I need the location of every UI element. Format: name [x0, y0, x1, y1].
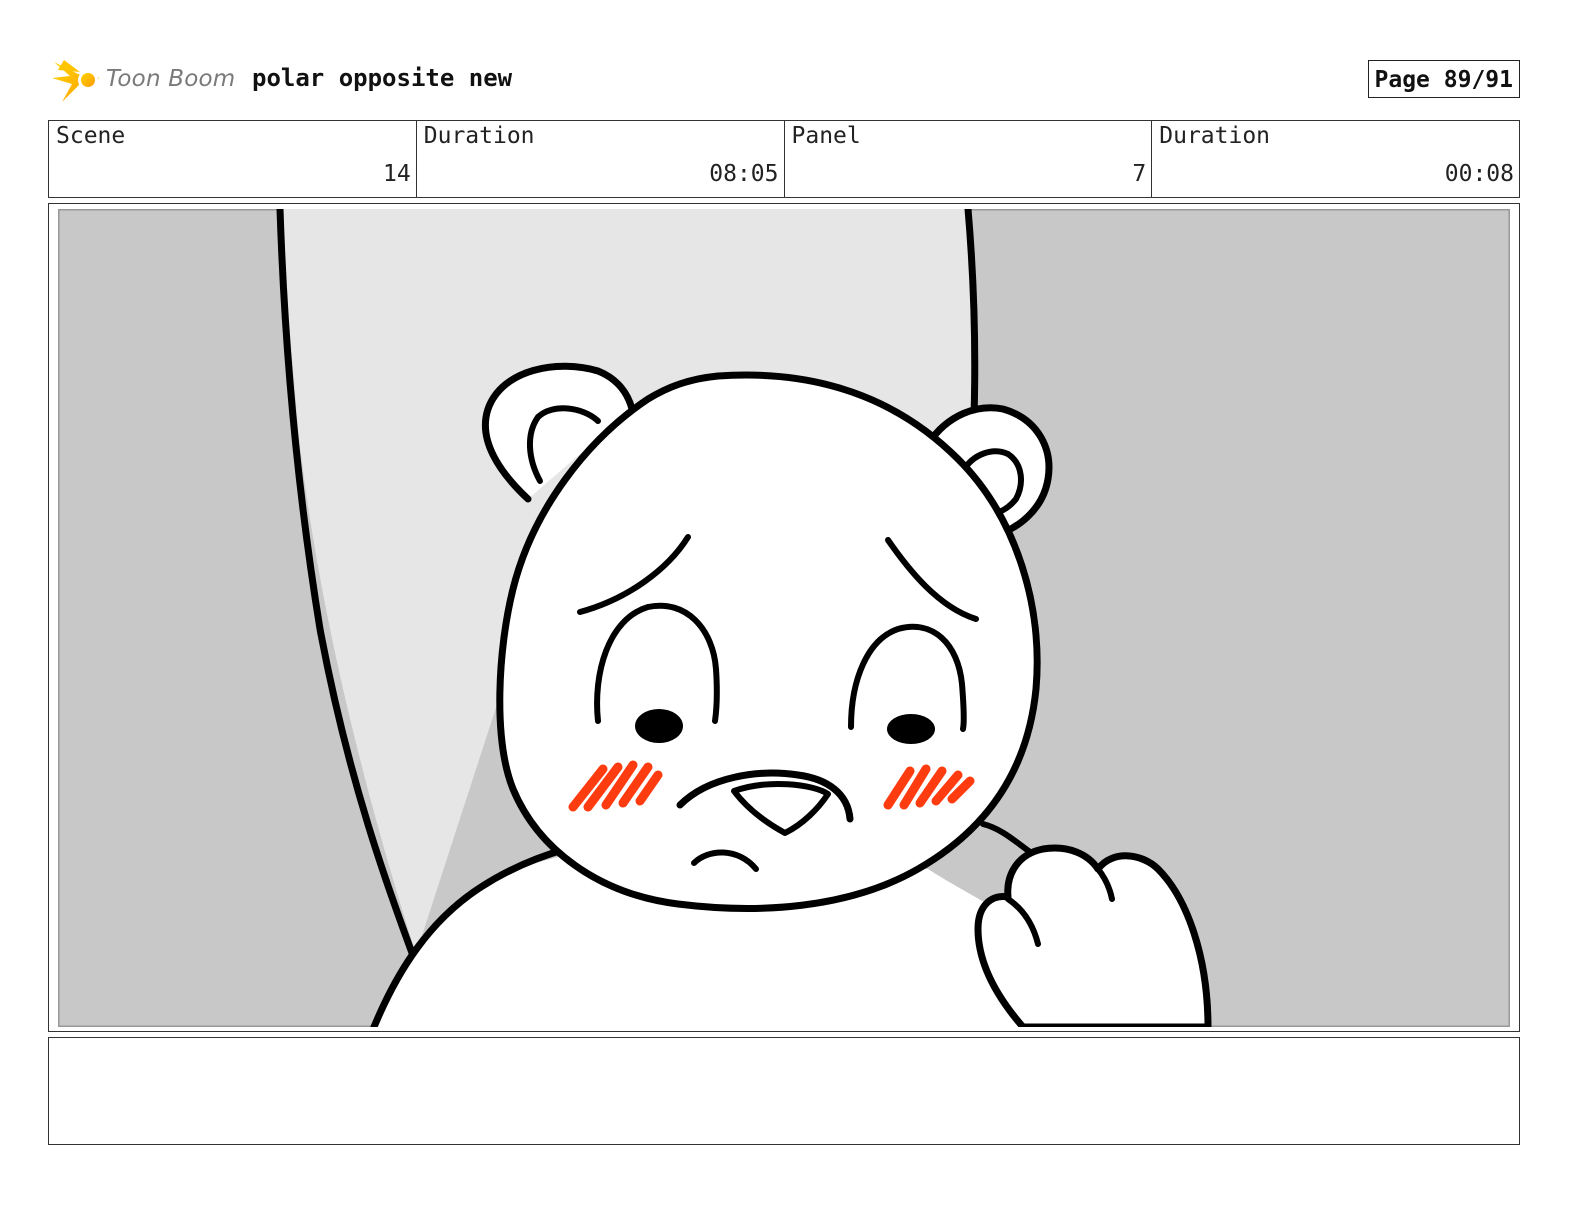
panel-duration-value: 00:08: [1444, 161, 1514, 187]
panel-drawing: [58, 209, 1510, 1027]
panel-notes: [48, 1037, 1520, 1145]
storyboard-header: Toon Boom polar opposite new Page 89/91: [48, 56, 1520, 104]
scene-duration-cell: Duration 08:05: [417, 121, 785, 197]
panel-info-row: Scene 14 Duration 08:05 Panel 7 Duration…: [48, 120, 1520, 198]
scene-duration-value: 08:05: [709, 161, 779, 187]
scene-cell: Scene 14: [49, 121, 417, 197]
logo-text: Toon Boom: [106, 66, 236, 92]
panel-value: 7: [1132, 161, 1147, 187]
toon-boom-logo: Toon Boom: [50, 56, 250, 104]
project-title: polar opposite new: [252, 64, 513, 92]
panel-label: Panel: [791, 123, 861, 149]
bear-right-pupil: [887, 714, 935, 744]
starburst-icon: [52, 60, 100, 102]
panel-duration-cell: Duration 00:08: [1152, 121, 1519, 197]
bear-left-pupil: [635, 709, 683, 743]
scene-label: Scene: [56, 123, 126, 149]
bear-head: [496, 371, 1041, 912]
page-indicator: Page 89/91: [1367, 60, 1520, 98]
panel-cell: Panel 7: [785, 121, 1153, 197]
scene-value: 14: [383, 161, 411, 187]
scene-duration-label: Duration: [423, 123, 535, 149]
panel-duration-label: Duration: [1159, 123, 1271, 149]
panel-frame: [48, 203, 1520, 1032]
